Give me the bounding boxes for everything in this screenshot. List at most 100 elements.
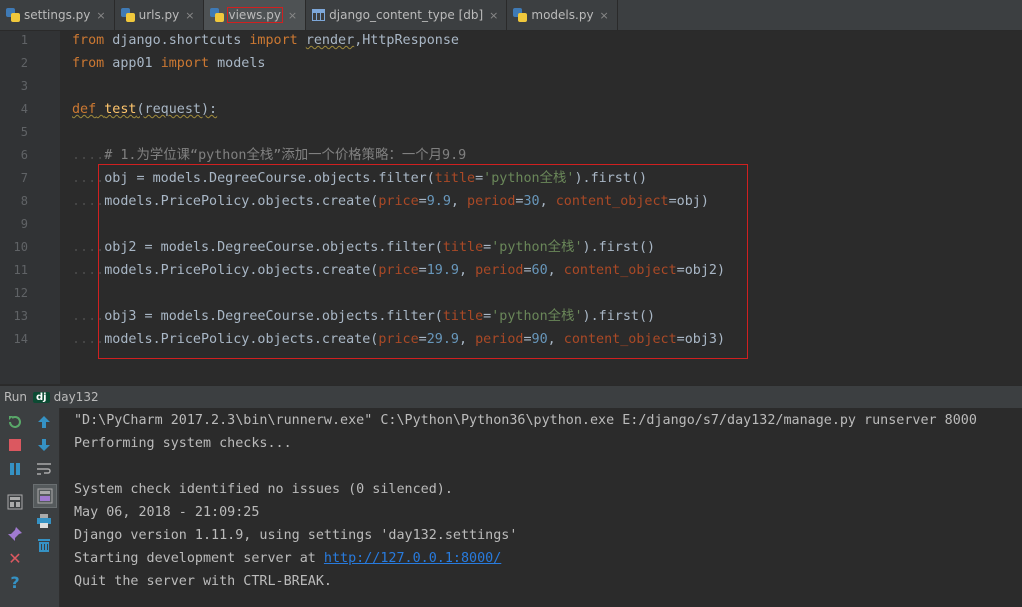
python-file-icon (120, 8, 135, 22)
run-config-tab[interactable]: day132 (54, 390, 99, 404)
code-line-6: ....# 1.为学位课“python全栈”添加一个价格策略：一个月9.9 (72, 144, 466, 167)
indent-dots: .... (72, 332, 105, 347)
layout-icon[interactable] (5, 492, 25, 512)
run-toolbar-left: ✕ ? (0, 408, 31, 607)
keyword: import (249, 33, 298, 48)
console-line: Django version 1.11.9, using settings 'd… (74, 528, 518, 543)
tab-models-py[interactable]: models.py × (507, 0, 618, 30)
keyword: from (72, 33, 105, 48)
line-number: 10 (13, 240, 28, 254)
code-text: ).first() (574, 171, 648, 186)
line-number-gutter: 1 2 3 4 5 6 7 8 9 10 11 12 13 14 (0, 31, 60, 384)
soft-wrap-icon[interactable] (34, 459, 54, 479)
line-number: 12 (13, 286, 28, 300)
keyword: import (160, 56, 210, 71)
function-name: test (104, 102, 137, 117)
code-line-11: ....models.PricePolicy.objects.create(pr… (72, 263, 726, 278)
param-name: content_object (563, 332, 677, 347)
console-line: Quit the server with CTRL-BREAK. (74, 574, 332, 589)
code-line-2: from app01 import models (72, 52, 266, 75)
scroll-to-end-icon[interactable] (33, 484, 57, 508)
code-editor[interactable]: from django.shortcuts import render,Http… (60, 31, 1022, 384)
tab-django-content-type-db[interactable]: django_content_type [db] × (306, 0, 508, 30)
code-line-14: ....models.PricePolicy.objects.create(pr… (72, 332, 726, 347)
help-icon[interactable]: ? (5, 572, 25, 592)
code-text: HttpResponse (362, 33, 459, 48)
console-line: May 06, 2018 - 21:09:25 (74, 505, 260, 520)
up-arrow-icon[interactable] (34, 412, 54, 432)
code-text: (request): (136, 102, 218, 117)
indent-dots: .... (72, 194, 105, 209)
run-tool-window-header: Run dj day132 (0, 385, 1022, 409)
console-line: Performing system checks... (74, 436, 292, 451)
tab-urls-py[interactable]: urls.py × (115, 0, 204, 30)
python-file-icon (513, 8, 528, 22)
indent-dots: .... (72, 148, 105, 163)
close-icon[interactable]: × (489, 9, 498, 22)
tab-views-py[interactable]: views.py × (203, 0, 307, 30)
string-literal: 'python全栈' (491, 309, 583, 324)
pause-icon[interactable] (5, 459, 25, 479)
trash-icon[interactable] (34, 535, 54, 555)
stop-icon[interactable] (5, 435, 25, 455)
number-literal: 9.9 (426, 194, 451, 209)
db-table-icon (312, 9, 326, 21)
code-text: ) (716, 263, 726, 278)
unused-import: render (305, 33, 355, 48)
line-number: 6 (20, 148, 28, 162)
rerun-icon[interactable] (5, 412, 25, 432)
tab-settings-py[interactable]: settings.py × (0, 0, 115, 30)
close-icon[interactable]: × (96, 9, 105, 22)
run-label: Run (4, 390, 28, 404)
code-text: models (209, 56, 266, 71)
string-literal: 'python全栈' (491, 240, 583, 255)
code-text: models.PricePolicy.objects.create( (104, 332, 379, 347)
server-url-link[interactable]: http://127.0.0.1:8000/ (324, 551, 501, 566)
param-name: title (442, 309, 484, 324)
param-name: period (475, 332, 524, 347)
keyword: from (72, 56, 105, 71)
keyword: def (72, 102, 97, 117)
code-text: models.PricePolicy.objects.create( (104, 263, 379, 278)
line-number: 13 (13, 309, 28, 323)
param-name: price (378, 332, 419, 347)
indent-dots: .... (72, 240, 105, 255)
line-number: 2 (20, 56, 28, 70)
line-number: 1 (20, 33, 28, 47)
code-text: obj2 (684, 263, 717, 278)
number-literal: 29.9 (426, 332, 459, 347)
code-line-1: from django.shortcuts import render,Http… (72, 31, 459, 52)
python-file-icon (6, 8, 20, 22)
close-icon[interactable]: × (600, 9, 609, 22)
close-icon[interactable]: × (288, 9, 297, 22)
close-icon[interactable]: × (185, 9, 194, 22)
tab-label: urls.py (138, 8, 180, 22)
line-number: 5 (20, 125, 28, 139)
close-icon[interactable]: ✕ (5, 548, 25, 568)
tab-label: models.py (531, 8, 594, 22)
line-number: 7 (20, 171, 28, 185)
indent-dots: .... (72, 171, 105, 186)
pin-icon[interactable] (5, 524, 25, 544)
number-literal: 60 (531, 263, 548, 278)
print-icon[interactable] (34, 511, 54, 531)
code-text: obj = models.DegreeCourse.objects.filter… (104, 171, 435, 186)
param-name: period (467, 194, 516, 209)
code-line-7: ....obj = models.DegreeCourse.objects.fi… (72, 167, 647, 190)
code-text: obj (676, 194, 701, 209)
run-console-output[interactable]: "D:\PyCharm 2017.2.3\bin\runnerw.exe" C:… (60, 408, 1022, 607)
line-number: 9 (20, 217, 28, 231)
param-name: price (378, 263, 419, 278)
string-literal: 'python全栈' (483, 171, 575, 186)
param-name: title (442, 240, 484, 255)
param-name: content_object (563, 263, 677, 278)
code-line-13: ....obj3 = models.DegreeCourse.objects.f… (72, 305, 655, 328)
line-number: 8 (20, 194, 28, 208)
code-text: obj3 = models.DegreeCourse.objects.filte… (104, 309, 443, 324)
number-literal: 90 (531, 332, 548, 347)
code-text: obj2 = models.DegreeCourse.objects.filte… (104, 240, 443, 255)
down-arrow-icon[interactable] (34, 435, 54, 455)
code-text: app01 (104, 56, 161, 71)
code-text: ) (716, 332, 726, 347)
django-config-icon: dj (33, 391, 50, 403)
